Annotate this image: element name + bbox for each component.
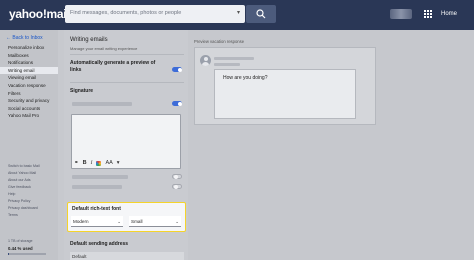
storage-label: 1 TB of storage xyxy=(8,239,33,243)
editor-toolbar: ⚭ B I AA ▾ xyxy=(74,159,120,167)
footer-link-privacy-policy[interactable]: Privacy Policy xyxy=(8,198,40,205)
sidebar-item-personalize-inbox[interactable]: Personalize inbox xyxy=(0,44,58,52)
font-size-button[interactable]: AA xyxy=(105,159,112,167)
link-icon[interactable]: ⚭ xyxy=(74,159,79,167)
sidebar-item-vacation-response[interactable]: Vacation response xyxy=(0,82,58,90)
chevron-down-icon: ⌄ xyxy=(117,219,121,224)
default-address-value: Default xyxy=(72,254,87,259)
chevron-down-icon[interactable]: ▾ xyxy=(117,159,120,167)
footer-link-terms[interactable]: Terms xyxy=(8,212,40,219)
panel-subtitle: Manage your email writing experience xyxy=(70,46,138,51)
sidebar-item-notifications[interactable]: Notifications xyxy=(0,59,58,67)
text-color-icon[interactable] xyxy=(96,160,102,166)
sidebar-item-filters[interactable]: Filters xyxy=(0,90,58,98)
storage-bar xyxy=(8,253,46,255)
yahoo-mail-logo[interactable]: yahoo!mail xyxy=(9,7,70,21)
font-size-value: Small xyxy=(131,219,143,224)
signature-toggle-2[interactable] xyxy=(172,174,182,179)
signature-toggle-3[interactable] xyxy=(172,184,182,189)
back-to-inbox-link[interactable]: ← Back to Inbox xyxy=(6,35,43,41)
search-icon xyxy=(256,9,266,19)
signature-toggle[interactable] xyxy=(172,101,182,106)
panel-title: Writing emails xyxy=(70,37,108,43)
sidebar-item-viewing-email[interactable]: Viewing email xyxy=(0,74,58,82)
footer-link-help[interactable]: Help xyxy=(8,191,40,198)
sender-placeholder-line xyxy=(214,63,240,66)
settings-menu: Personalize inbox Mailboxes Notifications W… xyxy=(0,44,58,120)
apps-grid-icon[interactable] xyxy=(424,10,432,18)
default-font-label: Default rich-text font xyxy=(72,206,121,212)
preview-area: Preview vacation response How are you do… xyxy=(188,30,474,260)
footer-links: Switch to basic Mail About Yahoo Mail Abou… xyxy=(8,163,40,219)
top-bar: yahoo!mail Find messages, documents, pho… xyxy=(0,0,474,30)
search-placeholder: Find messages, documents, photos or peop… xyxy=(70,10,182,16)
default-address-select[interactable]: Default xyxy=(70,252,184,260)
search-input[interactable]: Find messages, documents, photos or peop… xyxy=(65,5,245,23)
settings-sidebar: ← Back to Inbox Personalize inbox Mailbox… xyxy=(0,30,58,260)
bold-button[interactable]: B xyxy=(83,159,87,167)
footer-link-privacy-dashboard[interactable]: Privacy dashboard xyxy=(8,205,40,212)
font-face-select[interactable]: Modern ⌄ xyxy=(71,216,123,227)
chevron-down-icon[interactable]: ▾ xyxy=(237,9,240,16)
signature-editor[interactable]: ⚭ B I AA ▾ xyxy=(71,114,181,169)
footer-link-switch-to-basic-mail[interactable]: Switch to basic Mail xyxy=(8,163,40,170)
storage-bar-fill xyxy=(8,253,10,255)
signature-account-blurred xyxy=(72,102,132,106)
footer-link-about-yahoo-mail[interactable]: About Yahoo Mail xyxy=(8,170,40,177)
vacation-reply-text: How are you doing? xyxy=(223,75,268,81)
signature-label: Signature xyxy=(70,88,94,94)
divider xyxy=(70,82,184,83)
footer-link-give-feedback[interactable]: Give feedback xyxy=(8,184,40,191)
sidebar-item-social-accounts[interactable]: Social accounts xyxy=(0,105,58,113)
footer-link-about-our-ads[interactable]: About our Ads xyxy=(8,177,40,184)
sender-placeholder-line xyxy=(214,57,254,60)
back-to-inbox-label: Back to Inbox xyxy=(12,35,43,41)
avatar xyxy=(200,55,211,66)
sidebar-item-writing-email[interactable]: Writing email xyxy=(0,66,58,75)
chevron-down-icon: ⌄ xyxy=(175,219,179,224)
font-face-value: Modern xyxy=(73,219,89,224)
sidebar-item-yahoo-mail-pro[interactable]: Yahoo Mail Pro xyxy=(0,112,58,120)
default-font-section-highlight: Default rich-text font Modern ⌄ Small ⌄ xyxy=(67,202,186,232)
font-size-select[interactable]: Small ⌄ xyxy=(129,216,181,227)
vacation-reply-box: How are you doing? xyxy=(214,69,356,119)
preview-card: How are you doing? xyxy=(194,47,376,125)
sidebar-item-mailboxes[interactable]: Mailboxes xyxy=(0,52,58,60)
preview-links-toggle[interactable] xyxy=(172,67,182,72)
italic-button[interactable]: I xyxy=(91,159,93,167)
sidebar-item-security-and-privacy[interactable]: Security and privacy xyxy=(0,97,58,105)
signature-account-blurred xyxy=(72,175,128,179)
default-address-label: Default sending address xyxy=(70,241,129,247)
signature-account-blurred xyxy=(72,185,122,189)
home-link[interactable]: Home xyxy=(441,11,457,17)
divider xyxy=(70,54,184,55)
preview-links-label: Automatically generate a preview of link… xyxy=(70,60,156,73)
preview-title: Preview vacation response xyxy=(194,39,245,44)
storage-used: 0.44 % used xyxy=(8,246,33,251)
search-button[interactable] xyxy=(246,5,276,23)
user-name-blurred[interactable] xyxy=(390,9,412,19)
